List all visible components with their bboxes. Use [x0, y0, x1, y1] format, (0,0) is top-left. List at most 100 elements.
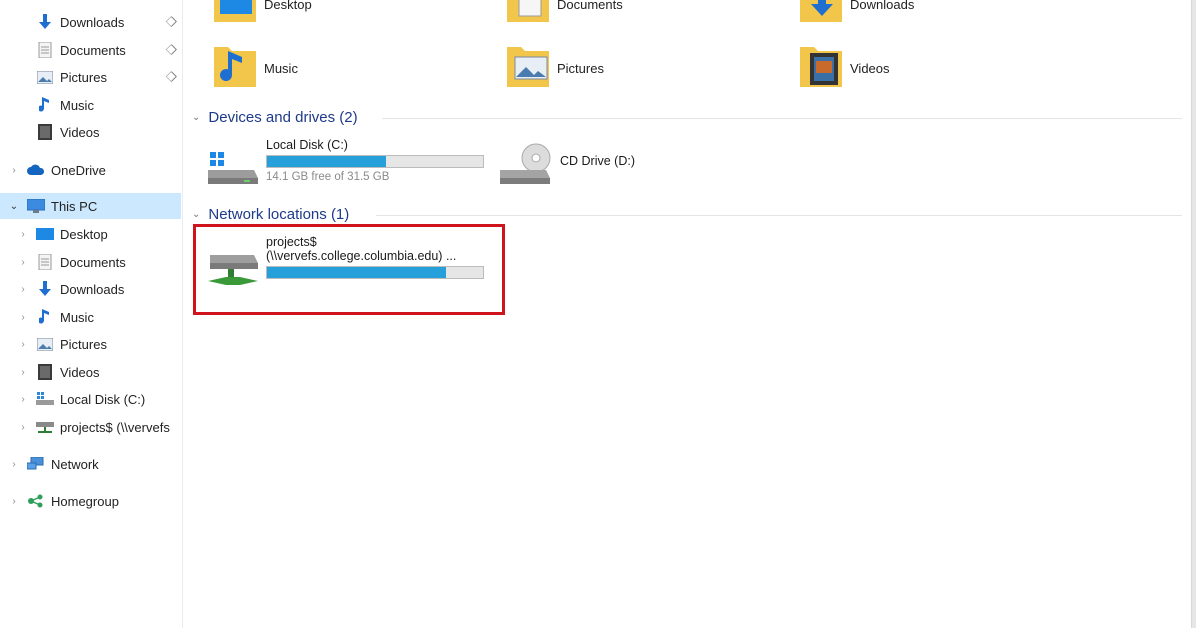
cloud-icon [27, 162, 45, 178]
nav-label: projects$ (\\vervefs [60, 419, 170, 435]
folder-label: Videos [850, 60, 890, 76]
nav-item-pictures[interactable]: › Pictures [0, 331, 181, 357]
nav-item-projects-share[interactable]: › projects$ (\\vervefs [0, 414, 181, 440]
group-divider [382, 118, 1182, 119]
desktop-icon [36, 226, 54, 242]
chevron-right-icon[interactable]: › [18, 257, 28, 268]
desktop-folder-icon [212, 0, 258, 29]
navigation-pane: Downloads ❐ Documents ❐ Pictures ❐ Music… [0, 0, 183, 628]
nav-item-music[interactable]: › Music [0, 304, 181, 330]
scrollbar-edge[interactable] [1191, 0, 1196, 628]
folder-tile-desktop[interactable]: Desktop [212, 0, 312, 30]
network-drive-icon [36, 419, 54, 435]
nav-label: This PC [51, 198, 98, 214]
homegroup-icon [27, 493, 45, 509]
nav-item-videos-quick[interactable]: Videos [0, 119, 181, 145]
nav-label: Network [51, 456, 99, 472]
highlight-box [193, 224, 505, 315]
documents-folder-icon [505, 0, 551, 29]
music-note-icon [36, 97, 54, 113]
chevron-right-icon[interactable]: › [18, 312, 28, 323]
folder-tile-documents[interactable]: Documents [505, 0, 623, 30]
chevron-right-icon[interactable]: › [9, 496, 19, 507]
pictures-icon [36, 69, 54, 85]
folder-label: Downloads [850, 0, 915, 12]
local-disk-icon [206, 138, 262, 195]
nav-item-pictures-quick[interactable]: Pictures ❐ [0, 64, 181, 90]
folder-tile-music[interactable]: Music [212, 42, 298, 94]
network-icon [27, 456, 45, 472]
nav-item-onedrive[interactable]: › OneDrive [0, 157, 181, 183]
nav-label: Pictures [60, 336, 107, 352]
chevron-right-icon[interactable]: › [18, 229, 28, 240]
folder-label: Music [264, 60, 298, 76]
nav-item-videos[interactable]: › Videos [0, 359, 181, 385]
nav-label: Music [60, 309, 94, 325]
downloads-folder-icon [798, 0, 844, 29]
nav-item-music-quick[interactable]: Music [0, 92, 181, 118]
pictures-icon [36, 336, 54, 352]
nav-item-desktop[interactable]: › Desktop [0, 221, 181, 247]
folder-tile-pictures[interactable]: Pictures [505, 42, 604, 94]
group-divider [376, 215, 1182, 216]
pin-icon[interactable]: ❐ [163, 43, 177, 57]
music-note-icon [36, 309, 54, 325]
nav-item-this-pc[interactable]: ⌄ This PC [0, 193, 181, 219]
chevron-right-icon[interactable]: › [18, 422, 28, 433]
nav-item-downloads[interactable]: › Downloads [0, 276, 181, 302]
nav-label: Desktop [60, 226, 108, 242]
drive-name: Local Disk (C:) [266, 138, 348, 152]
nav-item-documents[interactable]: › Documents [0, 249, 181, 275]
group-title: Devices and drives (2) [208, 108, 358, 126]
nav-item-network[interactable]: › Network [0, 451, 181, 477]
drive-tile-cd-drive[interactable]: CD Drive (D:) [498, 138, 635, 195]
download-arrow-icon [36, 281, 54, 297]
nav-label: Downloads [60, 281, 125, 297]
documents-icon [36, 42, 54, 58]
download-arrow-icon [36, 14, 54, 30]
drive-free-space: 14.1 GB free of 31.5 GB [266, 171, 390, 183]
local-disk-icon [36, 391, 54, 407]
nav-label: Videos [60, 124, 100, 140]
group-title: Network locations (1) [208, 205, 350, 223]
chevron-right-icon[interactable]: › [18, 284, 28, 295]
nav-label: Downloads [60, 14, 125, 30]
videos-icon [36, 364, 54, 380]
folder-label: Documents [557, 0, 623, 12]
chevron-down-icon[interactable]: ⌄ [9, 201, 19, 212]
chevron-right-icon[interactable]: › [18, 394, 28, 405]
chevron-down-icon[interactable]: ⌄ [192, 209, 200, 220]
nav-label: OneDrive [51, 162, 106, 178]
videos-icon [36, 124, 54, 140]
nav-label: Documents [60, 42, 126, 58]
drive-usage-bar [266, 155, 484, 168]
nav-label: Videos [60, 364, 100, 380]
nav-label: Local Disk (C:) [60, 391, 146, 407]
nav-item-homegroup[interactable]: › Homegroup [0, 488, 181, 514]
music-folder-icon [212, 41, 258, 96]
chevron-down-icon[interactable]: ⌄ [192, 112, 200, 123]
videos-folder-icon [798, 41, 844, 96]
group-header-devices[interactable]: ⌄ Devices and drives (2) [192, 106, 358, 128]
nav-label: Music [60, 97, 94, 113]
chevron-right-icon[interactable]: › [18, 367, 28, 378]
drive-name: CD Drive (D:) [560, 154, 635, 168]
group-header-network-locations[interactable]: ⌄ Network locations (1) [192, 203, 349, 225]
folder-tile-videos[interactable]: Videos [798, 42, 890, 94]
pin-icon[interactable]: ❐ [163, 15, 177, 29]
nav-item-local-disk[interactable]: › Local Disk (C:) [0, 386, 181, 412]
pin-icon[interactable]: ❐ [163, 70, 177, 84]
nav-item-documents-quick[interactable]: Documents ❐ [0, 37, 181, 63]
documents-icon [36, 254, 54, 270]
drive-usage-fill [267, 156, 386, 167]
chevron-right-icon[interactable]: › [9, 165, 19, 176]
nav-item-downloads-quick[interactable]: Downloads ❐ [0, 9, 181, 35]
nav-label: Documents [60, 254, 126, 270]
drive-tile-local-disk[interactable]: Local Disk (C:) 14.1 GB free of 31.5 GB [206, 138, 484, 195]
nav-label: Homegroup [51, 493, 119, 509]
monitor-icon [27, 198, 45, 214]
pictures-folder-icon [505, 41, 551, 96]
folder-tile-downloads[interactable]: Downloads [798, 0, 914, 30]
chevron-right-icon[interactable]: › [9, 459, 19, 470]
chevron-right-icon[interactable]: › [18, 339, 28, 350]
